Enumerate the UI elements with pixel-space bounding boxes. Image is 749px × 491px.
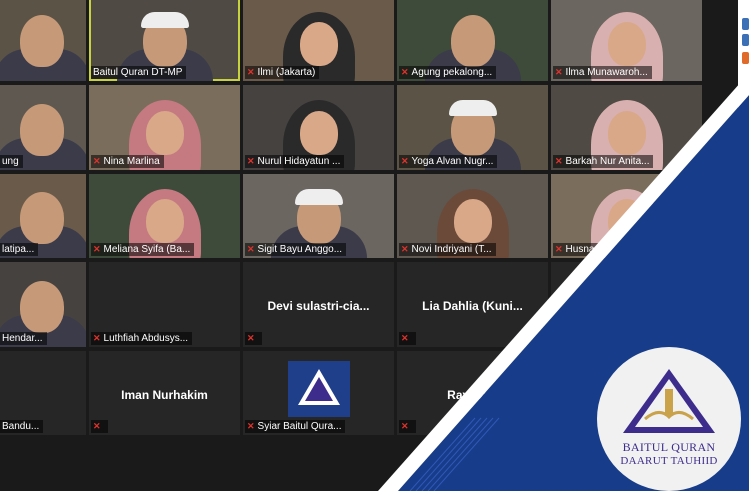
participant-name: ung <box>2 156 19 167</box>
participant-name: Ilma Munawaroh... <box>565 67 648 78</box>
mic-muted-icon: ✕ <box>247 333 255 343</box>
side-panel-chip[interactable] <box>742 52 749 64</box>
participant-display-name: Devi sulastri-cia... <box>267 299 370 314</box>
participant-name: Luthfiah Abdusys... <box>103 333 189 344</box>
participant-tile[interactable]: ✕ Ilmi (Jakarta) <box>243 0 394 81</box>
participant-name: latipa... <box>2 244 35 255</box>
participant-name-label: ✕ Yoga Alvan Nugr... <box>399 155 498 168</box>
mic-muted-icon: ✕ <box>401 156 409 166</box>
participant-tile[interactable]: latipa... <box>0 174 86 258</box>
participant-tile[interactable]: ung <box>0 85 86 170</box>
mic-muted-icon: ✕ <box>401 333 409 343</box>
participant-name-label: ✕ <box>399 420 416 433</box>
participant-tile[interactable]: ✕ Nurul Hidayatun ... <box>243 85 394 170</box>
participant-tile[interactable]: ✕ Sigit Bayu Anggo... <box>243 174 394 258</box>
participant-name: Agung pekalong... <box>411 67 493 78</box>
participant-name: Nina Marlina <box>103 156 160 167</box>
mic-muted-icon: ✕ <box>247 421 255 431</box>
participant-name-label: Baitul Quran DT-MP <box>91 66 187 79</box>
participant-tile[interactable]: Devi sulastri-cia... ✕ <box>243 262 394 347</box>
mic-muted-icon: ✕ <box>401 244 409 254</box>
participant-tile[interactable]: ✕ Barkah Nur Anita... <box>551 85 702 170</box>
participant-name: Syiar Baitul Qura... <box>257 421 342 432</box>
participant-name: Bandu... <box>2 421 40 432</box>
side-panel-chip[interactable] <box>742 34 749 46</box>
participant-name: Baitul Quran DT-MP <box>93 67 183 78</box>
participant-name: Barkah Nur Anita... <box>565 156 650 167</box>
side-panel-chip[interactable] <box>742 84 749 96</box>
mic-muted-icon: ✕ <box>247 67 255 77</box>
participant-tile[interactable]: ✕ Luthfiah Abdusys... <box>89 262 240 347</box>
participant-name-label: ✕ Husna <box>553 243 599 256</box>
participant-tile[interactable]: ✕ Agung pekalong... <box>397 0 548 81</box>
participant-display-name: Iman Nurhakim <box>121 387 208 402</box>
participant-name: Sigit Bayu Anggo... <box>257 244 343 255</box>
participant-tile[interactable]: Bandu... <box>0 351 86 435</box>
participant-name-label: ✕ Ilma Munawaroh... <box>553 66 652 79</box>
participant-name: Yoga Alvan Nugr... <box>411 156 494 167</box>
participant-name-label: ✕ Agung pekalong... <box>399 66 497 79</box>
participant-tile[interactable]: ✕ Ilma Munawaroh... <box>551 0 702 81</box>
participant-display-name: Rayhann <box>447 387 498 402</box>
mic-muted-icon: ✕ <box>555 67 563 77</box>
mic-muted-icon: ✕ <box>93 333 101 343</box>
mic-muted-icon: ✕ <box>555 156 563 166</box>
participant-name-label: ✕ Luthfiah Abdusys... <box>91 332 193 345</box>
participant-tile[interactable]: ✕ Yoga Alvan Nugr... <box>397 85 548 170</box>
participant-tile[interactable] <box>0 0 86 81</box>
mic-muted-icon: ✕ <box>401 67 409 77</box>
participant-tile[interactable]: ✕ Meliana Syifa (Ba... <box>89 174 240 258</box>
participant-name-label: ✕ Nina Marlina <box>91 155 164 168</box>
mic-muted-icon: ✕ <box>247 156 255 166</box>
participant-tile[interactable]: Baitul Quran DT-MP <box>89 0 240 81</box>
participant-tile[interactable]: ✕ Syiar Baitul Qura... <box>243 351 394 435</box>
participant-name: Nurul Hidayatun ... <box>257 156 341 167</box>
participant-name: Ilmi (Jakarta) <box>257 67 316 78</box>
participant-name-label: ✕ Barkah Nur Anita... <box>553 155 654 168</box>
participant-name-label: ✕ Sigit Bayu Anggo... <box>245 243 347 256</box>
participant-tile[interactable]: Iman Nurhakim ✕ <box>89 351 240 435</box>
mic-muted-icon: ✕ <box>247 244 255 254</box>
brand-logo: BAITUL QURAN DAARUT TAUHIID <box>597 347 741 491</box>
participant-video <box>0 0 86 81</box>
participant-name-label: Bandu... <box>0 420 44 433</box>
participant-name-label: Hendar... <box>0 332 47 345</box>
profile-logo-image <box>287 361 350 417</box>
participant-name-label: ✕ <box>245 332 262 345</box>
participant-name: Meliana Syifa (Ba... <box>103 244 191 255</box>
participant-name-label: ✕ <box>399 332 416 345</box>
mic-muted-icon: ✕ <box>401 421 409 431</box>
participant-name: Husna <box>565 244 595 255</box>
participant-name: Novi Indriyani (T... <box>411 244 492 255</box>
participant-display-name: Lia Dahlia (Kuni... <box>422 299 523 314</box>
participant-name-label: ✕ <box>91 420 108 433</box>
mosque-tent-icon <box>623 369 715 433</box>
participant-name-label: ung <box>0 155 23 168</box>
side-panel-chip[interactable] <box>742 18 749 30</box>
mic-muted-icon: ✕ <box>555 244 563 254</box>
brand-name-line1: BAITUL QURAN <box>622 440 716 454</box>
participant-name-label: latipa... <box>0 243 39 256</box>
participant-name-label: ✕ Nurul Hidayatun ... <box>245 155 345 168</box>
mic-muted-icon: ✕ <box>93 156 101 166</box>
mic-muted-icon: ✕ <box>93 421 101 431</box>
participant-tile[interactable]: ✕ Novi Indriyani (T... <box>397 174 548 258</box>
brand-name-line2: DAARUT TAUHIID <box>620 455 718 467</box>
participant-name-label: ✕ Meliana Syifa (Ba... <box>91 243 195 256</box>
participant-tile[interactable]: ✕ Nina Marlina <box>89 85 240 170</box>
mic-muted-icon: ✕ <box>93 244 101 254</box>
participant-tile[interactable]: ✕ Husna <box>551 174 702 258</box>
participant-name-label: ✕ Novi Indriyani (T... <box>399 243 496 256</box>
participant-tile[interactable]: Hendar... <box>0 262 86 347</box>
participant-tile[interactable] <box>551 262 702 347</box>
participant-name-label: ✕ Ilmi (Jakarta) <box>245 66 320 79</box>
participant-name: Hendar... <box>2 333 43 344</box>
participant-tile[interactable]: Rayhann ✕ <box>397 351 548 435</box>
participant-name-label: ✕ Syiar Baitul Qura... <box>245 420 346 433</box>
participant-tile[interactable]: Lia Dahlia (Kuni... ✕ <box>397 262 548 347</box>
